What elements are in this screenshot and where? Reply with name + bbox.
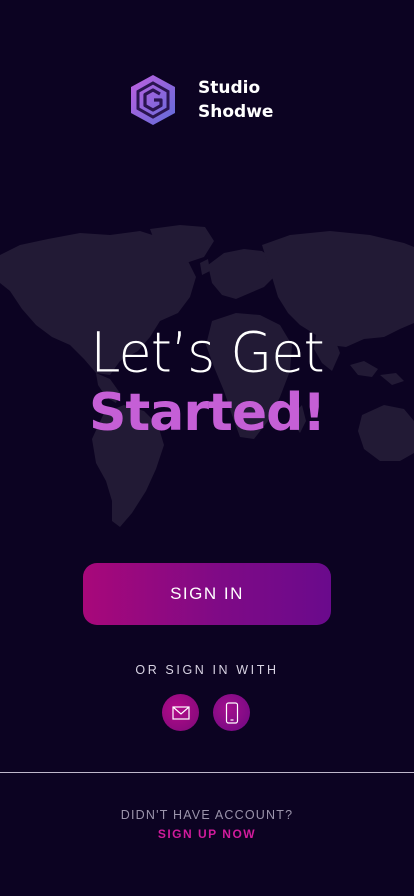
mail-sign-in-button[interactable] — [162, 694, 199, 731]
mail-icon — [171, 705, 190, 720]
or-sign-in-with-label: OR SIGN IN WITH — [135, 663, 279, 677]
headline-line1: Let’s Get — [90, 320, 324, 385]
hexagon-g-logo-icon — [131, 75, 175, 125]
sign-in-button[interactable]: SIGN IN — [83, 563, 331, 625]
phone-icon — [225, 701, 238, 724]
no-account-prompt: DIDN'T HAVE ACCOUNT? — [120, 808, 294, 822]
phone-sign-in-button[interactable] — [213, 694, 250, 731]
brand: Studio Shodwe — [130, 74, 288, 126]
footer-divider — [0, 772, 414, 773]
brand-name: Studio Shodwe — [198, 76, 288, 124]
brand-name-line1: Studio — [198, 78, 261, 98]
headline-line2: Started! — [88, 383, 326, 443]
social-sign-in-group — [162, 694, 250, 731]
sign-in-button-label: SIGN IN — [170, 584, 244, 603]
sign-up-now-link[interactable]: SIGN UP NOW — [0, 827, 414, 841]
get-started-screen: Studio Shodwe Let’s Get Started! SIGN IN… — [0, 0, 414, 896]
brand-name-line2: Shodwe — [198, 102, 274, 122]
